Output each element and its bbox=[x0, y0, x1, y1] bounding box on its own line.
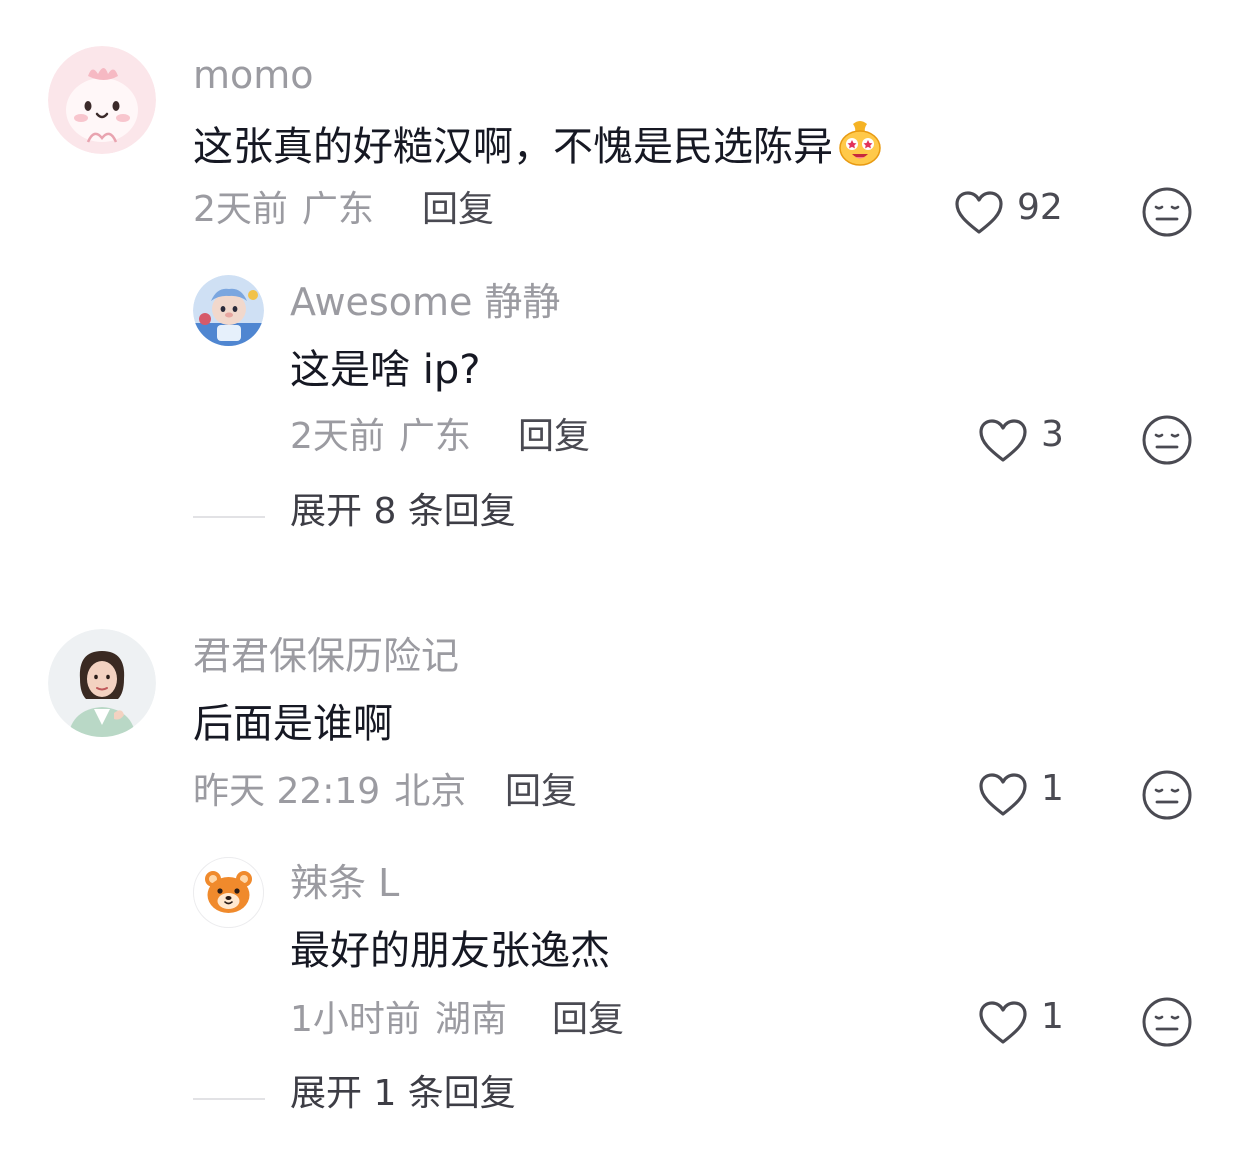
reply-button[interactable]: 回复 bbox=[422, 192, 494, 228]
meh-face-icon[interactable] bbox=[1141, 186, 1193, 238]
expand-divider bbox=[193, 516, 265, 518]
comment-username[interactable]: momo bbox=[193, 56, 314, 94]
comment-text-content: 这张真的好糙汉啊，不愧是民选陈异 bbox=[193, 124, 833, 170]
like-count: 3 bbox=[1041, 414, 1064, 455]
reply-text: 这是啥 ip? bbox=[290, 347, 481, 393]
avatar[interactable] bbox=[48, 629, 156, 737]
meh-face-icon[interactable] bbox=[1141, 996, 1193, 1048]
like-count: 1 bbox=[1041, 996, 1064, 1037]
comment-time: 2天前 bbox=[193, 189, 288, 230]
avatar-image bbox=[193, 857, 264, 928]
like-count: 92 bbox=[1017, 187, 1063, 228]
heart-outline-icon[interactable] bbox=[954, 190, 1004, 236]
comment-time: 昨天 22:19 bbox=[193, 771, 381, 812]
comment-text: 后面是谁啊 bbox=[193, 701, 393, 747]
reply-location: 广东 bbox=[398, 416, 471, 457]
heart-outline-icon[interactable] bbox=[978, 1000, 1028, 1046]
comment-meta: 2天前 广东 bbox=[193, 192, 374, 228]
heart-outline-icon[interactable] bbox=[978, 418, 1028, 464]
reply-button[interactable]: 回复 bbox=[505, 774, 577, 810]
avatar-image bbox=[193, 275, 264, 346]
reply-text: 最好的朋友张逸杰 bbox=[290, 928, 610, 974]
heart-outline-icon[interactable] bbox=[978, 772, 1028, 818]
expand-divider bbox=[193, 1098, 265, 1100]
avatar[interactable] bbox=[48, 46, 156, 154]
meh-face-icon[interactable] bbox=[1141, 769, 1193, 821]
avatar-image bbox=[48, 629, 156, 737]
comment-location: 北京 bbox=[394, 771, 467, 812]
reply-meta: 2天前 广东 bbox=[290, 419, 471, 455]
expand-replies-button[interactable]: 展开 1 条回复 bbox=[290, 1076, 516, 1112]
reply-location: 湖南 bbox=[434, 999, 507, 1040]
reply-time: 1小时前 bbox=[290, 999, 421, 1040]
reply-button[interactable]: 回复 bbox=[552, 1002, 624, 1038]
expand-replies-button[interactable]: 展开 8 条回复 bbox=[290, 494, 516, 530]
like-count: 1 bbox=[1041, 768, 1064, 809]
avatar-image bbox=[48, 46, 156, 154]
comment-username[interactable]: 君君保保历险记 bbox=[193, 637, 459, 675]
comment-text: 这张真的好糙汉啊，不愧是民选陈异 bbox=[193, 118, 885, 168]
reply-time: 2天前 bbox=[290, 416, 385, 457]
avatar[interactable] bbox=[193, 275, 264, 346]
meh-face-icon[interactable] bbox=[1141, 414, 1193, 466]
comment-meta: 昨天 22:19 北京 bbox=[193, 774, 466, 810]
reply-button[interactable]: 回复 bbox=[518, 419, 590, 455]
reply-username[interactable]: 辣条 L bbox=[290, 864, 399, 902]
avatar[interactable] bbox=[193, 857, 264, 928]
reply-meta: 1小时前 湖南 bbox=[290, 1002, 507, 1038]
money-bag-face-emoji-icon bbox=[835, 118, 885, 168]
reply-username[interactable]: Awesome 静静 bbox=[290, 283, 560, 321]
comment-location: 广东 bbox=[301, 189, 374, 230]
